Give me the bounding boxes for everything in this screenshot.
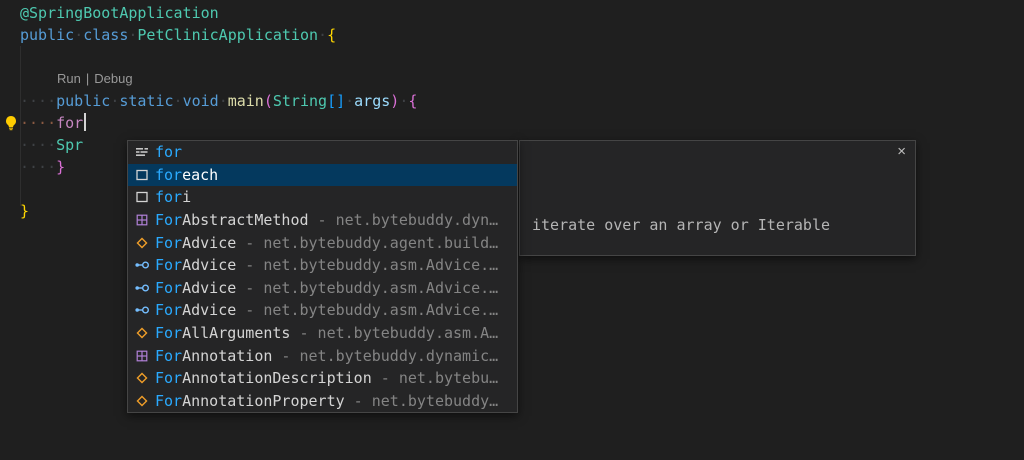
suggestion-item[interactable]: ForAnnotationProperty - net.bytebuddy… [128,390,517,413]
code-token: main [228,92,264,110]
suggestion-label: ForAnnotationProperty - net.bytebuddy… [155,392,498,410]
codelens-run-link[interactable]: Run [57,71,81,86]
code-token: String [273,92,327,110]
suggestion-label: foreach [155,166,218,184]
suggestion-item[interactable]: ForAdvice - net.bytebuddy.agent.build… [128,231,517,254]
code-token: public [20,26,74,44]
suggestion-label: ForAbstractMethod - net.bytebuddy.dyn… [155,211,498,229]
suggestion-label: ForAdvice - net.bytebuddy.agent.build… [155,234,498,252]
code-token: args [354,92,390,110]
text-cursor [84,113,86,131]
codelens-debug-link[interactable]: Debug [94,71,132,86]
code-token: for [56,114,83,132]
codelens: Run | Debug [57,71,138,87]
suggestion-list: for foreach fori ForAbstractMethod - net.by… [128,141,517,412]
code-token: static [119,92,173,110]
code-token: } [20,202,29,220]
code-token: ···· [20,92,56,110]
code-token: ···· [20,158,56,176]
method-icon [134,212,150,228]
snippet-icon [134,167,150,183]
suggestion-item[interactable]: for [128,141,517,164]
close-icon[interactable]: × [897,144,906,160]
code-token: { [327,26,336,44]
suggestion-label: ForAdvice - net.bytebuddy.asm.Advice.… [155,301,498,319]
keyword-icon [134,144,150,160]
codelens-separator: | [86,71,89,86]
code-token: · [110,92,119,110]
class-icon [134,325,150,341]
suggestion-item[interactable]: ForAdvice - net.bytebuddy.asm.Advice.… [128,254,517,277]
docs-summary: iterate over an array or Iterable [532,214,903,236]
autocomplete-popup: for foreach fori ForAbstractMethod - net.by… [127,140,518,413]
code-token: · [174,92,183,110]
suggestion-label: for [155,143,182,161]
code-token: } [56,158,65,176]
code-token: ( [264,92,273,110]
suggestion-label: ForAnnotationDescription - net.bytebu… [155,369,498,387]
code-token: Spr [56,136,83,154]
suggestion-label: ForAdvice - net.bytebuddy.asm.Advice.… [155,256,498,274]
code-token: · [345,92,354,110]
lightbulb-icon[interactable] [3,115,19,131]
code-token: PetClinicApplication [137,26,318,44]
code-token: { [408,92,417,110]
code-token: class [83,26,128,44]
code-token: public [56,92,110,110]
suggestion-label: ForAnnotation - net.bytebuddy.dynamic… [155,347,498,365]
snippet-icon [134,189,150,205]
suggestion-item[interactable]: ForAllArguments - net.bytebuddy.asm.A… [128,322,517,345]
code-line: public·class·PetClinicApplication·{ [20,24,417,46]
code-token: ···· [20,136,56,154]
class-icon [134,370,150,386]
code-line: ····for [20,112,417,134]
class-icon [134,393,150,409]
code-line [20,46,417,68]
code-token: · [74,26,83,44]
suggestion-item[interactable]: ForAnnotationDescription - net.bytebu… [128,367,517,390]
interface-icon [134,280,150,296]
code-token: ···· [20,114,56,132]
suggestion-item[interactable]: ForAnnotation - net.bytebuddy.dynamic… [128,344,517,367]
suggestion-item[interactable]: ForAbstractMethod - net.bytebuddy.dyn… [128,209,517,232]
code-line: ····public·static·void·main(String[]·arg… [20,90,417,112]
suggestion-item[interactable]: ForAdvice - net.bytebuddy.asm.Advice.… [128,299,517,322]
code-token: ) [390,92,399,110]
code-token: void [183,92,219,110]
code-token: · [399,92,408,110]
suggestion-docs-panel: × iterate over an array or Iterable for … [519,140,916,256]
suggestion-item[interactable]: foreach [128,164,517,187]
suggestion-label: ForAllArguments - net.bytebuddy.asm.A… [155,324,498,342]
method-icon [134,348,150,364]
interface-icon [134,302,150,318]
code-line: @SpringBootApplication [20,2,417,24]
code-token: @SpringBootApplication [20,4,219,22]
suggestion-item[interactable]: ForAdvice - net.bytebuddy.asm.Advice.… [128,277,517,300]
interface-icon [134,257,150,273]
code-token: · [318,26,327,44]
code-token: [] [327,92,345,110]
suggestion-label: fori [155,188,191,206]
suggestion-item[interactable]: fori [128,186,517,209]
class-icon [134,235,150,251]
suggestion-label: ForAdvice - net.bytebuddy.asm.Advice.… [155,279,498,297]
code-token: · [219,92,228,110]
